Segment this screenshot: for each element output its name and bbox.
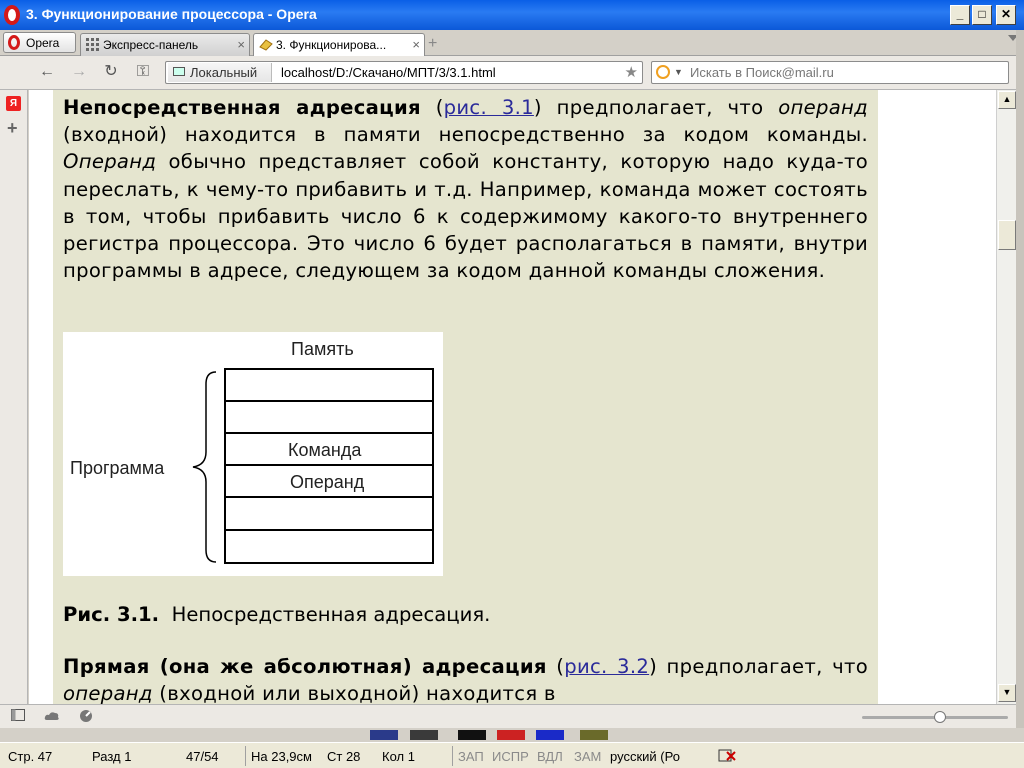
cloud-icon[interactable] bbox=[44, 709, 60, 725]
add-panel-icon[interactable]: + bbox=[7, 118, 18, 139]
line-number: Ст 28 bbox=[327, 749, 361, 764]
navigation-bar: ← → ↻ ⚿ Локальный localhost/D:/Скачано/М… bbox=[0, 56, 1024, 90]
close-tab-icon[interactable]: × bbox=[412, 37, 420, 52]
zoom-slider-handle[interactable] bbox=[934, 711, 946, 723]
figure-link[interactable]: рис. 3.1 bbox=[444, 96, 534, 119]
vertical-scrollbar[interactable]: ▲ ▼ bbox=[996, 90, 1016, 704]
search-placeholder: Искать в Поиск@mail.ru bbox=[690, 65, 834, 80]
opera-menu-label: Opera bbox=[26, 36, 60, 50]
bookmark-star-icon[interactable]: ★ bbox=[625, 63, 638, 81]
key-icon[interactable]: ⚿ bbox=[134, 63, 152, 81]
term-italic: операнд bbox=[778, 96, 868, 119]
divider bbox=[245, 746, 246, 766]
yandex-icon[interactable]: Я bbox=[6, 96, 21, 111]
speed-dial-icon bbox=[86, 38, 99, 51]
page-icon bbox=[259, 38, 273, 51]
spelling-icon[interactable] bbox=[718, 749, 738, 766]
color-swatch bbox=[370, 730, 398, 740]
background-toolbar-fragment bbox=[0, 728, 1024, 742]
browser-status-bar bbox=[0, 704, 1016, 728]
text: ) предполагает, что bbox=[533, 96, 779, 119]
article: Непосредственная адресация (рис. 3.1) пр… bbox=[53, 90, 878, 704]
memory-label: Память bbox=[291, 339, 354, 359]
divider bbox=[452, 746, 453, 766]
paragraph-direct-addressing: Непосредственная адресация (рис. 3.1) пр… bbox=[63, 94, 868, 284]
text: (входной) находится в памяти непосредств… bbox=[63, 123, 868, 147]
text: ( bbox=[546, 655, 565, 678]
language-indicator[interactable]: русский (Ро bbox=[610, 749, 680, 764]
track-changes-mode[interactable]: ИСПР bbox=[492, 749, 529, 764]
term-italic: Операнд bbox=[63, 150, 157, 174]
scroll-up-button[interactable]: ▲ bbox=[998, 91, 1016, 109]
term-italic: операнд bbox=[63, 682, 153, 704]
color-swatch bbox=[497, 730, 525, 740]
figure-memory-diagram: Память Команда Операнд Программа bbox=[63, 332, 443, 576]
caption-text: Непосредственная адресация. bbox=[171, 603, 491, 626]
forward-icon[interactable]: → bbox=[70, 63, 88, 81]
page-number: Стр. 47 bbox=[8, 749, 53, 764]
chevron-down-icon[interactable]: ▼ bbox=[674, 67, 683, 77]
cell-operand: Операнд bbox=[290, 472, 365, 492]
paragraph-absolute-addressing: Прямая (она же абсолютная) адресация (ри… bbox=[63, 653, 868, 704]
side-panel: Я + bbox=[0, 90, 28, 704]
word-status-bar: Стр. 47 Разд 1 47/54 На 23,9см Ст 28 Кол… bbox=[0, 742, 1024, 768]
page-viewport: Непосредственная адресация (рис. 3.1) пр… bbox=[29, 90, 996, 704]
minimize-button[interactable]: _ bbox=[950, 5, 970, 25]
tab-label: 3. Функционирова... bbox=[276, 38, 387, 52]
security-badge[interactable]: Локальный bbox=[168, 63, 272, 82]
section-number: Разд 1 bbox=[92, 749, 132, 764]
column-number: Кол 1 bbox=[382, 749, 415, 764]
figure-link[interactable]: рис. 3.2 bbox=[564, 655, 649, 678]
color-swatch bbox=[536, 730, 564, 740]
computer-icon bbox=[173, 67, 185, 76]
text: ) предполагает, что bbox=[649, 655, 868, 678]
brace-shape bbox=[192, 371, 217, 563]
background-window-edge bbox=[1016, 30, 1024, 730]
scroll-down-button[interactable]: ▼ bbox=[998, 684, 1016, 702]
opera-logo-icon bbox=[4, 5, 20, 25]
text: (входной или выходной) находится в bbox=[152, 682, 556, 704]
tab-current-page[interactable]: 3. Функционирова... × bbox=[253, 33, 425, 57]
turbo-icon[interactable] bbox=[78, 709, 94, 725]
search-engine-icon[interactable] bbox=[656, 65, 670, 79]
tab-speed-dial[interactable]: Экспресс-панель × bbox=[80, 33, 250, 56]
tab-bar: Opera Экспресс-панель × 3. Функционирова… bbox=[0, 30, 1024, 57]
search-input[interactable]: ▼ Искать в Поиск@mail.ru bbox=[651, 61, 1009, 84]
color-swatch bbox=[410, 730, 438, 740]
window-title: 3. Функционирование процессора - Opera bbox=[26, 6, 317, 22]
back-icon[interactable]: ← bbox=[38, 63, 56, 81]
maximize-button[interactable]: □ bbox=[972, 5, 992, 25]
reload-icon[interactable]: ↻ bbox=[102, 63, 120, 81]
term: Непосредственная адресация bbox=[63, 96, 421, 119]
caption-number: Рис. 3.1. bbox=[63, 603, 160, 626]
close-tab-icon[interactable]: × bbox=[237, 37, 245, 52]
opera-icon bbox=[8, 35, 20, 50]
figure-caption: Рис. 3.1. Непосредственная адресация. bbox=[63, 603, 490, 626]
cursor-position: На 23,9см bbox=[251, 749, 312, 764]
extend-mode[interactable]: ВДЛ bbox=[537, 749, 563, 764]
program-label: Программа bbox=[70, 458, 165, 478]
text: обычно представляет собой константу, кот… bbox=[63, 150, 868, 283]
color-swatch bbox=[580, 730, 608, 740]
tab-label: Экспресс-панель bbox=[103, 38, 199, 52]
url-text[interactable]: localhost/D:/Скачано/МПТ/3/3.1.html bbox=[281, 65, 496, 80]
page-count: 47/54 bbox=[186, 749, 219, 764]
cell-command: Команда bbox=[288, 440, 362, 460]
address-field[interactable]: Локальный localhost/D:/Скачано/МПТ/3/3.1… bbox=[165, 61, 643, 84]
overwrite-mode[interactable]: ЗАМ bbox=[574, 749, 601, 764]
security-label: Локальный bbox=[190, 65, 258, 80]
term: Прямая (она же абсолютная) адресация bbox=[63, 655, 547, 678]
title-bar: 3. Функционирование процессора - Opera _… bbox=[0, 0, 1024, 30]
scroll-thumb[interactable] bbox=[998, 220, 1016, 250]
record-mode[interactable]: ЗАП bbox=[458, 749, 484, 764]
panel-toggle-icon[interactable] bbox=[10, 709, 26, 725]
color-swatch bbox=[458, 730, 486, 740]
opera-menu-button[interactable]: Opera bbox=[3, 32, 76, 53]
text: ( bbox=[420, 96, 444, 119]
new-tab-button[interactable]: + bbox=[428, 35, 437, 53]
close-button[interactable]: ✕ bbox=[996, 5, 1016, 25]
